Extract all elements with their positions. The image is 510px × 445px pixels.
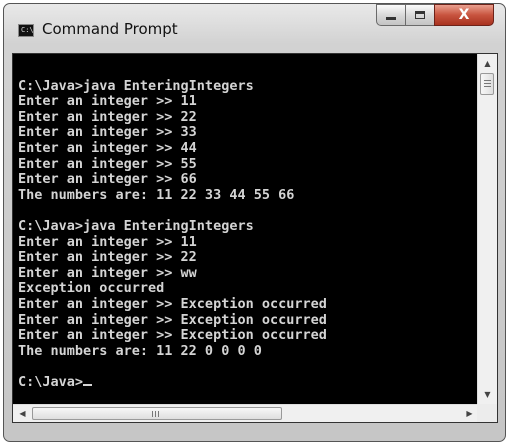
console-area[interactable]: C:\Java>java EnteringIntegers Enter an in… [12,53,498,423]
console-line-text: Enter an integer >> 33 [18,124,197,141]
console-line: Enter an integer >> Exception occurred [18,327,470,344]
console-line-text: Enter an integer >> 22 [18,249,197,266]
console-line: Enter an integer >> 22 [18,108,470,126]
console-line: Enter an integer >> 11 [18,93,470,110]
close-icon: X [458,7,470,23]
title-bar[interactable]: C:\ Command Prompt X [4,4,505,52]
console-line-text: C:\Java> [18,373,84,390]
console-line: Enter an integer >> 22 [18,249,470,266]
console-line-text: Enter an integer >> 44 [18,139,197,156]
console-line-text: Enter an integer >> 66 [18,171,197,188]
console-line: C:\Java>java EnteringIntegers [18,217,470,235]
arrow-down-icon[interactable]: ▼ [478,386,497,403]
arrow-left-icon[interactable]: ◀ [14,405,31,422]
console-line: Enter an integer >> Exception occurred [18,295,470,313]
console-line: The numbers are: 11 22 0 0 0 0 [18,342,470,360]
vertical-scroll-thumb[interactable] [480,73,494,95]
console-line-text: Enter an integer >> 11 [18,93,197,110]
maximize-icon [415,11,425,19]
maximize-button[interactable] [405,4,435,26]
console-line-text: C:\Java>java EnteringIntegers [18,77,254,94]
console-line-text: C:\Java>java EnteringIntegers [18,217,254,234]
console-line-text: Enter an integer >> 55 [18,155,197,172]
arrow-right-icon[interactable]: ▶ [461,405,478,422]
arrow-up-icon[interactable]: ▲ [478,55,497,72]
console-line-text: Enter an integer >> Exception occurred [18,327,327,344]
console-line: Enter an integer >> 55 [18,155,470,173]
vertical-scrollbar[interactable]: ▲ ▼ [477,54,497,404]
console-line-text: Enter an integer >> ww [18,264,197,281]
console-output: C:\Java>java EnteringIntegers Enter an in… [18,63,470,398]
console-line-text: Enter an integer >> 22 [18,108,197,125]
console-line: Enter an integer >> ww [18,264,470,282]
horizontal-scroll-thumb[interactable] [32,407,282,420]
console-line: C:\Java>java EnteringIntegers [18,77,470,95]
horizontal-scrollbar[interactable]: ◀ ▶ [13,404,479,422]
console-line: Exception occurred [18,281,470,297]
console-line: Enter an integer >> 66 [18,171,470,188]
console-line: Enter an integer >> 33 [18,125,470,141]
scrollbar-corner [477,404,497,422]
console-line-text: The numbers are: 11 22 33 44 55 66 [18,186,295,203]
console-line: Enter an integer >> 44 [18,139,470,157]
minimize-icon [386,17,396,20]
console-line: Enter an integer >> Exception occurred [18,311,470,329]
console-line-text: Enter an integer >> Exception occurred [18,295,327,312]
console-line-text: The numbers are: 11 22 0 0 0 0 [18,342,262,359]
cmd-icon[interactable]: C:\ [18,24,34,37]
command-prompt-window: C:\ Command Prompt X C:\Java>java Enteri… [3,3,506,442]
console-line: C:\Java> [18,373,470,391]
text-cursor [83,383,93,386]
console-line: Enter an integer >> 11 [18,233,470,251]
console-line-text: Enter an integer >> Exception occurred [18,311,327,328]
console-line-text: Enter an integer >> 11 [18,233,197,250]
console-line: The numbers are: 11 22 33 44 55 66 [18,186,470,204]
window-title: Command Prompt [42,20,178,38]
minimize-button[interactable] [376,4,406,26]
cmd-icon-glyph: C:\ [21,26,34,34]
console-line-text: Exception occurred [18,280,165,297]
close-button[interactable]: X [434,4,494,26]
